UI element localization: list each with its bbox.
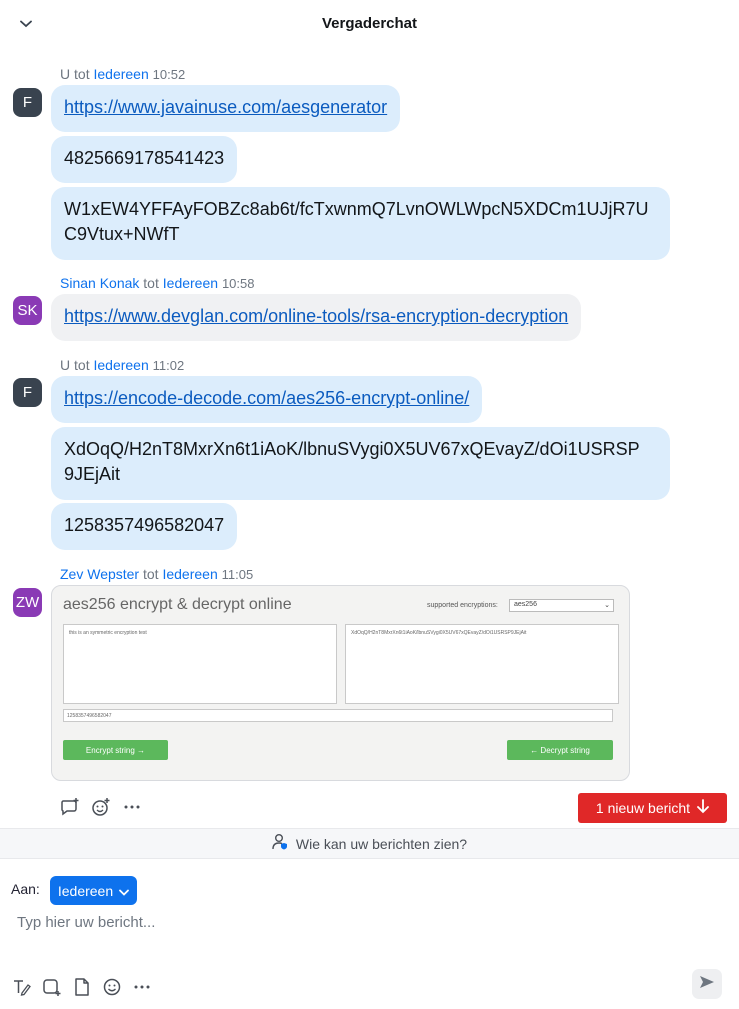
recipient-value: Iedereen — [57, 882, 114, 899]
image-left-box: this is an symmetric encryption test — [63, 624, 337, 704]
avatar[interactable]: F — [13, 378, 42, 407]
message-link[interactable]: https://encode-decode.com/aes256-encrypt… — [64, 388, 469, 408]
message-bubble[interactable]: https://www.javainuse.com/aesgenerator — [51, 85, 401, 132]
message-text: 9JEjAit — [64, 464, 121, 484]
composer-toolbar — [11, 976, 152, 997]
recipient-name[interactable]: Iedereen — [163, 275, 218, 291]
send-icon — [699, 974, 715, 995]
image-key-field: 1258357496582047 — [63, 709, 613, 722]
new-message-button[interactable]: 1 nieuw bericht — [578, 793, 727, 823]
sender-name[interactable]: Zev Wepster — [60, 566, 139, 582]
message-bubble[interactable]: XdOqQ/H2nT8MxrXn6t1iAoK/lbnuSVygi0X5UV67… — [51, 427, 670, 500]
image-select-value: aes256 — [514, 601, 537, 608]
message-meta: Sinan Konak tot Iedereen 10:58 — [60, 275, 254, 291]
message-text: 4825669178541423 — [64, 148, 225, 168]
reply-icon[interactable] — [59, 796, 80, 817]
recipient-dropdown[interactable]: Iedereen — [50, 876, 137, 905]
avatar[interactable]: ZW — [13, 588, 42, 617]
message-meta: Zev Wepster tot Iedereen 11:05 — [60, 566, 253, 582]
privacy-user-icon — [272, 833, 290, 854]
to-word: tot — [143, 566, 159, 582]
recipient-name[interactable]: Iedereen — [93, 357, 148, 373]
more-icon[interactable] — [121, 796, 142, 817]
image-right-box: XdOqQ/H2nT8MxrXn6t1iAoK/lbnuSVygi0X5UV67… — [345, 624, 619, 704]
to-word: tot — [143, 275, 159, 291]
message-actions — [59, 796, 142, 817]
recipient-name[interactable]: Iedereen — [162, 566, 217, 582]
image-decrypt-button: ← Decrypt string — [507, 740, 613, 760]
message-bubble[interactable]: 1258357496582047 — [51, 503, 238, 550]
avatar[interactable]: F — [13, 88, 42, 117]
sender-name[interactable]: Sinan Konak — [60, 275, 139, 291]
message-time: 11:05 — [221, 567, 254, 582]
image-encrypt-button: Encrypt string → — [63, 740, 168, 760]
message-input[interactable]: Typ hier uw bericht... — [17, 914, 155, 931]
image-attachment[interactable]: aes256 encrypt & decrypt online supporte… — [51, 585, 630, 781]
chat-title: Vergaderchat — [321, 15, 418, 32]
message-bubble[interactable]: W1xEW4YFFAyFOBZc8ab6t/fcTxwnmQ7LvnOWLWpc… — [51, 187, 670, 260]
sender-name: U — [60, 66, 71, 82]
privacy-label: Wie kan uw berichten zien? — [295, 835, 468, 852]
to-word: tot — [74, 66, 90, 82]
message-time: 10:52 — [152, 67, 186, 82]
chat-header: Vergaderchat — [0, 0, 739, 50]
more-icon[interactable] — [131, 976, 152, 997]
message-meta: U tot Iedereen 10:52 — [60, 66, 185, 82]
to-word: tot — [74, 357, 90, 373]
image-select: aes256 ⌄ — [509, 599, 614, 612]
message-bubble[interactable]: 4825669178541423 — [51, 136, 238, 183]
sender-name: U — [60, 357, 71, 373]
message-link[interactable]: https://www.devglan.com/online-tools/rsa… — [64, 306, 568, 326]
format-text-icon[interactable] — [11, 976, 32, 997]
message-bubble[interactable]: https://www.devglan.com/online-tools/rsa… — [51, 294, 582, 341]
image-supported-label: supported encryptions: — [427, 602, 498, 609]
to-label: Aan: — [11, 881, 40, 897]
message-time: 11:02 — [152, 358, 185, 373]
message-link[interactable]: https://www.javainuse.com/aesgenerator — [64, 97, 387, 117]
message-bubble[interactable]: https://encode-decode.com/aes256-encrypt… — [51, 376, 483, 423]
avatar[interactable]: SK — [13, 296, 42, 325]
chevron-down-icon: ⌄ — [604, 602, 610, 609]
message-meta: U tot Iedereen 11:02 — [60, 357, 184, 373]
message-text: W1xEW4YFFAyFOBZc8ab6t/fcTxwnmQ7LvnOWLWpc… — [64, 199, 649, 219]
image-title: aes256 encrypt & decrypt online — [63, 596, 292, 613]
screenshot-icon[interactable] — [41, 976, 62, 997]
message-text: C9Vtux+NWfT — [64, 224, 180, 244]
message-text: XdOqQ/H2nT8MxrXn6t1iAoK/lbnuSVygi0X5UV67… — [64, 439, 640, 459]
add-reaction-icon[interactable] — [90, 796, 111, 817]
new-message-label: 1 nieuw bericht — [595, 800, 691, 816]
privacy-bar[interactable]: Wie kan uw berichten zien? — [0, 828, 739, 859]
file-icon[interactable] — [71, 976, 92, 997]
recipient-name[interactable]: Iedereen — [93, 66, 148, 82]
chevron-down-icon — [119, 883, 130, 899]
message-time: 10:58 — [221, 276, 255, 291]
emoji-icon[interactable] — [101, 976, 122, 997]
message-text: 1258357496582047 — [64, 515, 225, 535]
send-button[interactable] — [692, 969, 722, 999]
arrow-down-icon — [697, 799, 709, 817]
